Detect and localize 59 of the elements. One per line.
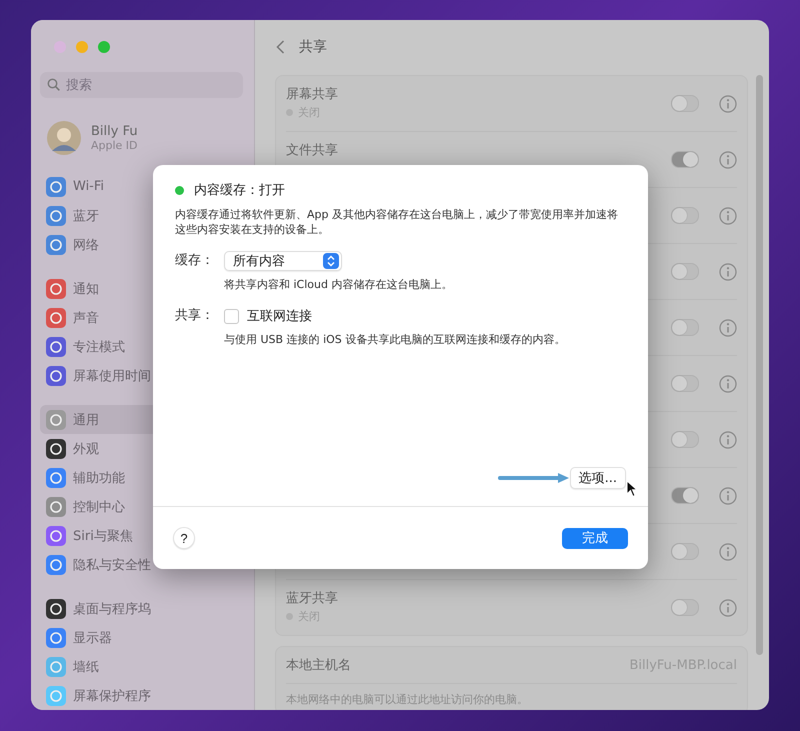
toggle-switch[interactable] [671,431,699,448]
field-label: 共享： [175,307,214,325]
dialog-description: 内容缓存通过将软件更新、App 及其他内容储存在这台电脑上，减少了带宽使用率并加速将这些内容安装在支持的设备上。 [175,207,619,237]
toggle-switch[interactable] [671,599,699,616]
dialog-title: 内容缓存：打开 [194,182,285,199]
page-title: 共享 [299,38,327,56]
info-icon [719,486,737,504]
sidebar-item[interactable]: 控制中心 [40,492,243,521]
chevron-left-icon [276,40,285,54]
info-icon [719,206,737,224]
sidebar-item[interactable]: 隐私与安全性 [40,550,243,579]
sidebar-item[interactable]: 辅助功能 [40,463,243,492]
mouse-cursor-icon [626,480,638,498]
toggle-switch[interactable] [671,95,699,112]
info-icon [719,262,737,280]
info-icon [719,542,737,560]
toggle-switch[interactable] [671,207,699,224]
cache-dropdown[interactable]: 所有内容 [224,251,342,271]
toggle-switch[interactable] [671,151,699,168]
search-field[interactable]: 搜索 [40,72,243,98]
options-button[interactable]: 选项... [570,467,626,489]
sidebar-item[interactable]: 墙纸 [40,652,243,681]
toggle-switch[interactable] [671,487,699,504]
info-icon [719,318,737,336]
sidebar-item[interactable]: 显示器 [40,623,243,652]
sidebar-item[interactable]: 外观 [40,434,243,463]
back-button[interactable] [276,40,285,54]
field-hint: 将共享内容和 iCloud 内容储存在这台电脑上。 [224,277,452,292]
toggle-switch[interactable] [671,543,699,560]
minimize-button[interactable] [76,41,88,53]
done-button[interactable]: 完成 [562,528,628,548]
service-name: 文件共享 [286,142,339,159]
service-name: 屏幕共享 [286,86,339,103]
hostname-note: 本地网络中的电脑可以通过此地址访问你的电脑。 [286,692,528,706]
toggle-switch[interactable] [671,375,699,392]
info-icon [719,430,737,448]
info-icon [719,374,737,392]
scrollbar[interactable] [756,75,763,655]
arrow-icon [498,472,570,484]
avatar-icon [47,120,81,154]
hostname-label: 本地主机名 [286,657,351,674]
zoom-button[interactable] [98,41,110,53]
info-icon [719,598,737,616]
toggle-switch[interactable] [671,263,699,280]
service-name: 蓝牙共享 [286,590,339,607]
toggle-switch[interactable] [671,319,699,336]
sidebar-item[interactable]: 屏幕使用时间 [40,361,243,390]
account-subtitle: Apple ID [91,138,138,152]
stepper-icon [323,253,339,269]
help-button[interactable]: ? [173,527,195,549]
sidebar-item[interactable]: 屏幕保护程序 [40,681,243,710]
account-name: Billy Fu [91,124,138,138]
checkbox-label[interactable]: 互联网连接 [247,307,312,325]
field-hint: 与使用 USB 连接的 iOS 设备共享此电脑的互联网连接和缓存的内容。 [224,332,566,347]
info-icon [719,150,737,168]
info-icon [719,94,737,112]
checkbox[interactable] [224,308,239,324]
field-label: 缓存： [175,252,214,270]
sidebar-item[interactable]: 桌面与程序坞 [40,594,243,623]
